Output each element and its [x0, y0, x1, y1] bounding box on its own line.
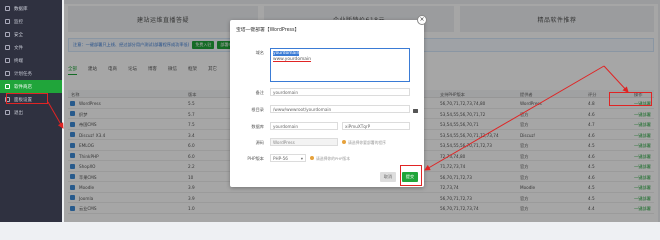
shield-icon [5, 32, 10, 37]
deploy-dialog: 宝塔一键部署【WordPress】 × 域名 yourdomain www.yo… [230, 15, 427, 187]
remark-label: 备注 [255, 90, 264, 95]
chevron-down-icon: ▾ [300, 156, 303, 161]
annotation-box [6, 93, 48, 104]
sidebar-item-files[interactable]: 文件 [0, 41, 62, 54]
domain-line: www.yourdomain [273, 57, 312, 62]
php-version-label: PHP版本 [247, 156, 264, 161]
dialog-title: 宝塔一键部署【WordPress】 [236, 28, 300, 33]
sidebar-item-database[interactable]: 数据库 [0, 2, 62, 15]
domain-line: yourdomain [273, 51, 300, 56]
sidebar-item-label: 安全 [14, 32, 23, 38]
php-version-value: PHP-56 [273, 156, 288, 161]
database-icon [5, 6, 10, 11]
sidebar-item-label: 监控 [14, 19, 23, 25]
domain-label: 域名 [255, 50, 264, 55]
remark-input[interactable]: yourdomain [270, 88, 410, 96]
info-icon [310, 156, 314, 160]
cancel-button[interactable]: 取消 [380, 172, 396, 182]
sidebar-item-logout[interactable]: 退出 [0, 106, 62, 119]
close-icon[interactable]: × [417, 15, 427, 25]
monitor-icon [5, 19, 10, 24]
php-version-select[interactable]: PHP-56 ▾ [270, 154, 306, 162]
sidebar-item-label: 退出 [14, 110, 23, 116]
folder-icon[interactable] [413, 109, 418, 113]
root-label: 根目录 [251, 107, 264, 112]
annotation-box [400, 165, 422, 186]
sidebar-item-monitor[interactable]: 监控 [0, 15, 62, 28]
sidebar-item-label: 软件商店 [14, 84, 32, 90]
database-label: 数据库 [251, 124, 264, 129]
annotation-box [609, 92, 652, 106]
source-hint: 请选择你要部署的程序 [348, 140, 386, 145]
sidebar: 数据库 监控 安全 文件 终端 计划任务 软件商店 面板设置 退出 [0, 0, 62, 222]
sidebar-item-security[interactable]: 安全 [0, 28, 62, 41]
sidebar-item-label: 终端 [14, 58, 23, 64]
db-password-input[interactable]: xiPmuXTqrP [342, 122, 410, 130]
source-label: 源码 [255, 140, 264, 145]
terminal-icon [5, 58, 10, 63]
sidebar-item-label: 计划任务 [14, 71, 32, 77]
sidebar-item-label: 文件 [14, 45, 23, 51]
sidebar-item-cron[interactable]: 计划任务 [0, 67, 62, 80]
app-store-icon [5, 84, 10, 89]
root-input[interactable]: /www/wwwroot/yourdomain [270, 105, 410, 113]
source-input: WordPress [270, 138, 338, 146]
sidebar-item-terminal[interactable]: 终端 [0, 54, 62, 67]
sidebar-item-app-store[interactable]: 软件商店 [0, 80, 62, 93]
info-icon [342, 140, 346, 144]
logout-icon [5, 110, 10, 115]
domain-textarea[interactable]: yourdomain www.yourdomain [270, 48, 410, 82]
folder-icon [5, 45, 10, 50]
sidebar-item-label: 数据库 [14, 6, 28, 12]
clock-icon [5, 71, 10, 76]
php-version-hint: 请选择你的PHP版本 [316, 156, 351, 161]
db-user-input[interactable]: yourdomain [270, 122, 338, 130]
